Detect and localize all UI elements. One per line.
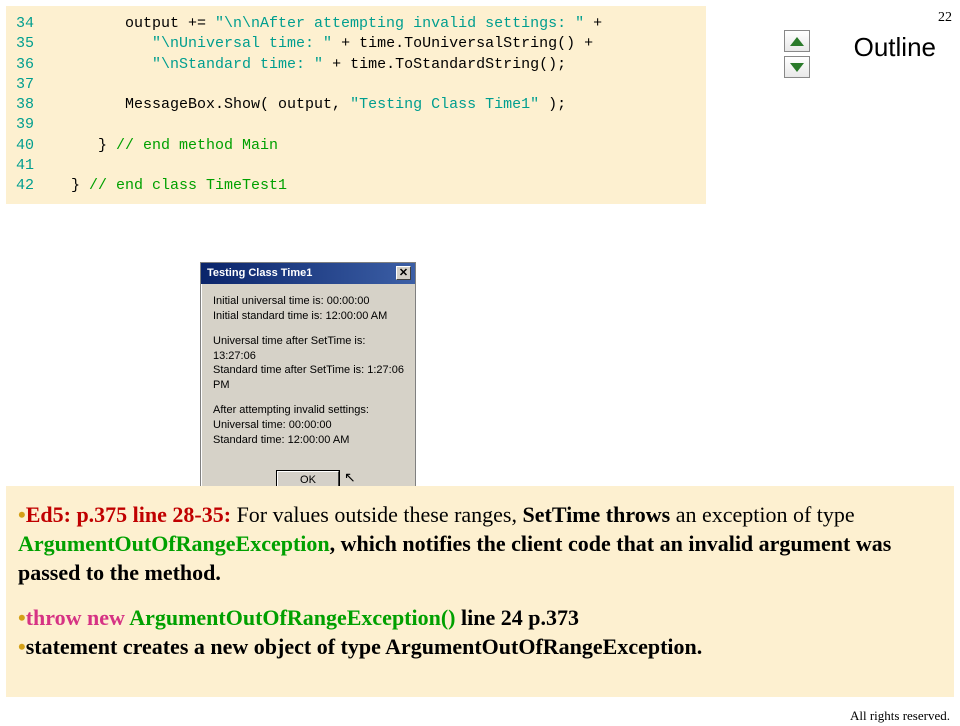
arrow-down-icon — [790, 63, 804, 72]
cursor-icon: ↖ — [344, 469, 356, 486]
message-box-titlebar: Testing Class Time1 ✕ — [201, 263, 415, 284]
code-listing: 34 output += "\n\nAfter attempting inval… — [6, 6, 706, 204]
copyright-footer: All rights reserved. — [850, 708, 950, 724]
message-box-text-1: Initial universal time is: 00:00:00 Init… — [213, 294, 405, 324]
close-icon[interactable]: ✕ — [396, 266, 411, 280]
arrow-up-icon — [790, 37, 804, 46]
page-number: 22 — [938, 10, 952, 26]
message-box-text-2: Universal time after SetTime is: 13:27:0… — [213, 334, 405, 393]
note-1: •Ed5: p.375 line 28-35: For values outsi… — [18, 500, 942, 587]
message-box-title: Testing Class Time1 — [207, 267, 312, 279]
message-box-text-3: After attempting invalid settings: Unive… — [213, 403, 405, 448]
message-box-body: Initial universal time is: 00:00:00 Init… — [201, 284, 415, 466]
prev-slide-button[interactable] — [784, 30, 810, 52]
message-box: Testing Class Time1 ✕ Initial universal … — [200, 262, 416, 500]
next-slide-button[interactable] — [784, 56, 810, 78]
outline-heading: Outline — [854, 32, 936, 63]
nav-arrows — [784, 30, 814, 82]
note-2: •throw new ArgumentOutOfRangeException()… — [18, 603, 942, 661]
lecture-notes: •Ed5: p.375 line 28-35: For values outsi… — [6, 486, 954, 697]
